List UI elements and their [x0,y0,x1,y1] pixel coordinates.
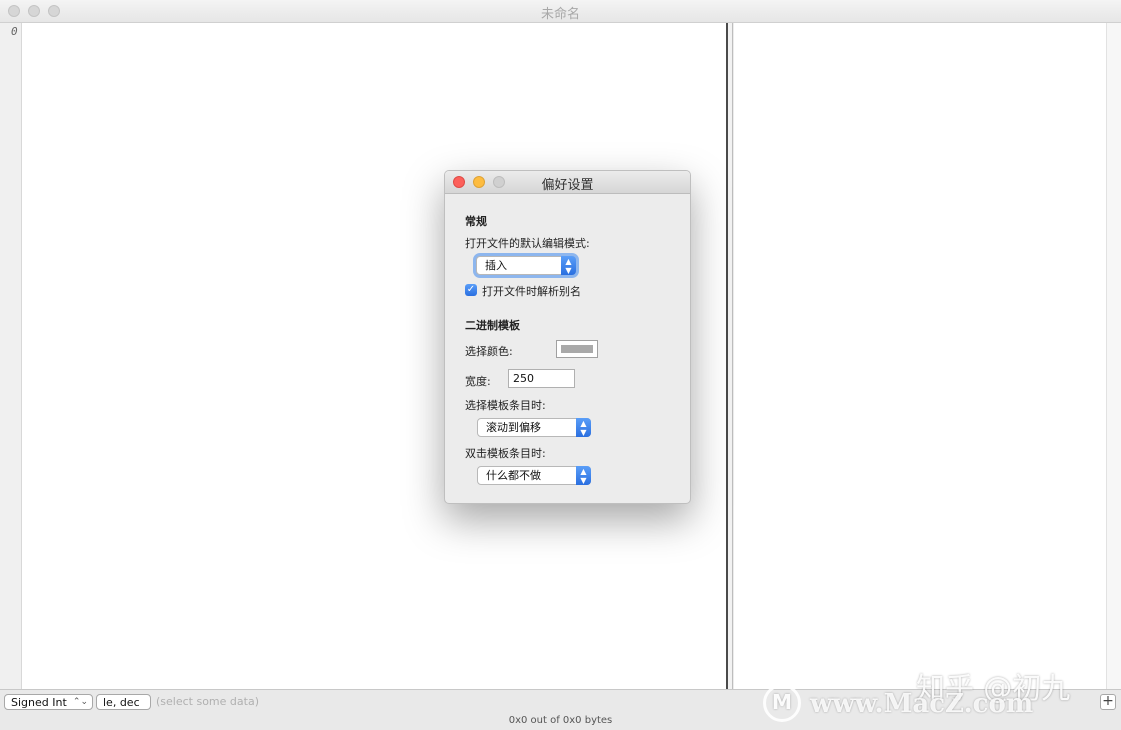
selection-color-well[interactable] [556,340,598,358]
default-mode-value: 插入 [485,259,507,272]
on-double-click-value: 什么都不做 [486,469,541,482]
color-swatch [561,345,593,353]
selection-hint: (select some data) [156,695,259,708]
add-button[interactable]: + [1100,694,1116,710]
resolve-aliases-label: 打开文件时解析别名 [482,285,581,298]
preferences-dialog: 偏好设置 常规 打开文件的默认编辑模式: 插入 ▲ ▼ ✓ 打开文件时解析别名 二… [444,170,691,504]
pane-divider[interactable] [726,23,733,689]
chevron-updown-icon: ▲ ▼ [576,466,591,485]
on-select-select[interactable]: 滚动到偏移 ▲ ▼ [477,418,591,437]
data-type-select[interactable]: Signed Int ⌃⌄ [4,694,93,710]
width-input[interactable]: 250 [508,369,575,388]
offset-gutter: 0 [0,23,22,689]
on-double-click-select[interactable]: 什么都不做 ▲ ▼ [477,466,591,485]
ascii-pane[interactable] [734,23,1106,689]
general-heading: 常规 [465,215,487,228]
dialog-title: 偏好设置 [541,178,594,193]
on-select-value: 滚动到偏移 [486,421,541,434]
data-type-value: Signed Int [11,696,67,709]
window-titlebar[interactable]: 未命名 [0,0,1121,23]
endian-select[interactable]: le, dec [96,694,151,710]
on-select-label: 选择模板条目时: [465,399,546,412]
endian-value: le, dec [103,696,140,709]
chevron-updown-icon: ▲ ▼ [561,256,576,275]
dialog-titlebar[interactable]: 偏好设置 [445,171,690,194]
binary-template-heading: 二进制模板 [465,319,520,332]
watermark-logo-icon: M [763,684,801,722]
checkmark-icon: ✓ [466,284,476,295]
default-mode-label: 打开文件的默认编辑模式: [465,237,590,250]
default-mode-select[interactable]: 插入 ▲ ▼ [476,256,576,275]
chevron-updown-icon: ⌃⌄ [72,697,88,707]
width-label: 宽度: [465,375,491,388]
chevron-updown-icon: ▲ ▼ [576,418,591,437]
vertical-scrollbar[interactable] [1106,23,1121,689]
resolve-aliases-checkbox[interactable]: ✓ [465,284,477,296]
selection-color-label: 选择颜色: [465,345,513,358]
watermark-url: www.MacZ.com [810,689,1034,719]
window-title: 未命名 [540,7,580,22]
offset-label: 0 [11,25,18,38]
on-double-click-label: 双击模板条目时: [465,447,546,460]
